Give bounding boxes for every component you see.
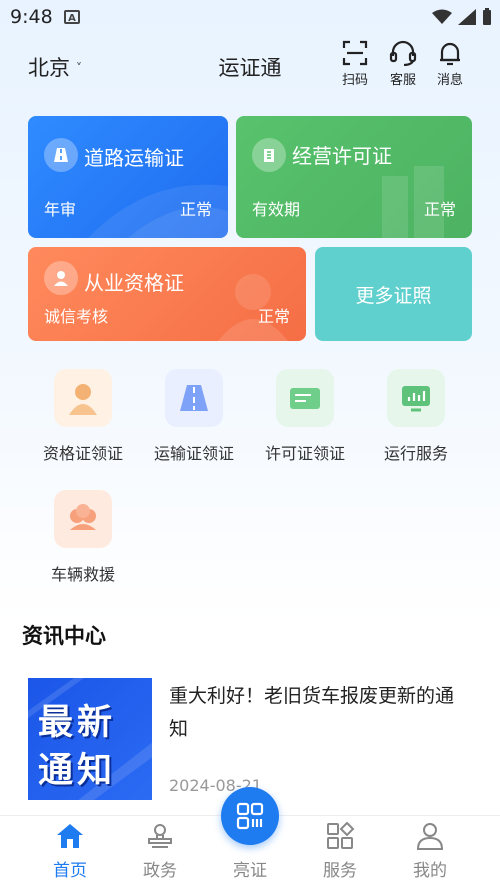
stamp-icon xyxy=(148,824,172,848)
service-operation[interactable]: 运行服务 xyxy=(361,369,471,464)
home-icon xyxy=(57,824,83,848)
service-rescue[interactable]: 车辆救援 xyxy=(28,490,138,585)
signal-icon xyxy=(458,9,476,25)
person-certificate-icon xyxy=(54,369,112,427)
news-heading: 资讯中心 xyxy=(22,624,106,648)
more-licenses-label: 更多证照 xyxy=(355,284,432,307)
header: 北京 ˅ 运证通 扫码 客服 消息 xyxy=(0,38,500,94)
message-label: 消息 xyxy=(436,73,463,88)
service-transport-collect[interactable]: 运输证领证 xyxy=(139,369,249,464)
nav-label: 服务 xyxy=(323,861,357,881)
road-icon xyxy=(165,369,223,427)
more-licenses-card[interactable]: 更多证照 xyxy=(315,247,472,341)
license-card-icon xyxy=(276,369,334,427)
service-label: 车辆救援 xyxy=(50,565,115,584)
nav-label: 首页 xyxy=(53,861,87,881)
scan-label: 扫码 xyxy=(341,73,368,88)
person-icon xyxy=(44,261,78,295)
building-icon xyxy=(252,138,286,172)
show-license-button[interactable] xyxy=(221,787,279,845)
page-title: 运证通 xyxy=(218,56,282,80)
nav-label: 我的 xyxy=(413,861,447,881)
news-title[interactable]: 重大利好！老旧货车报废更新的通知 xyxy=(169,680,469,746)
status-bar: 9:48 A xyxy=(0,0,500,34)
cert-card-left: 诚信考核 xyxy=(44,307,109,326)
service-label: 许可证领证 xyxy=(264,444,345,463)
biz-card-status: 正常 xyxy=(423,200,456,219)
thumbnail-text-1: 最新 xyxy=(38,703,117,743)
qr-code-icon xyxy=(236,802,264,830)
wifi-icon xyxy=(432,9,452,24)
nav-government[interactable]: 政务 xyxy=(110,822,210,881)
service-qualification-collect[interactable]: 资格证领证 xyxy=(28,369,138,464)
nav-services[interactable]: 服务 xyxy=(290,822,390,881)
service-label: 运行服务 xyxy=(383,444,448,463)
message-button[interactable]: 消息 xyxy=(430,40,470,88)
business-license-card[interactable]: 经营许可证 有效期 正常 xyxy=(236,116,472,238)
battery-icon xyxy=(483,8,491,25)
bell-icon xyxy=(440,42,460,66)
biz-card-left: 有效期 xyxy=(252,200,301,219)
road-icon xyxy=(44,138,78,172)
system-icons xyxy=(432,8,492,26)
support-label: 客服 xyxy=(389,73,416,88)
user-icon xyxy=(416,823,444,850)
headset-icon xyxy=(389,40,417,66)
nav-label: 政务 xyxy=(143,861,177,881)
scan-button[interactable]: 扫码 xyxy=(335,40,375,88)
thumbnail-text-2: 通知 xyxy=(38,751,117,791)
service-label: 运输证领证 xyxy=(153,444,234,463)
cert-card-title: 从业资格证 xyxy=(84,271,184,295)
scan-icon xyxy=(342,40,368,66)
status-time: 9:48 xyxy=(10,6,53,28)
qualification-card[interactable]: 从业资格证 诚信考核 正常 xyxy=(28,247,306,341)
rescue-icon xyxy=(54,490,112,548)
news-thumbnail[interactable]: 最新 通知 xyxy=(28,678,152,800)
notification-a-icon: A xyxy=(64,10,80,24)
monitor-chart-icon xyxy=(387,369,445,427)
road-card-left: 年审 xyxy=(44,200,77,219)
support-button[interactable]: 客服 xyxy=(383,40,423,88)
road-transport-card[interactable]: 道路运输证 年审 正常 xyxy=(28,116,228,238)
road-card-status: 正常 xyxy=(179,200,212,219)
cert-card-status: 正常 xyxy=(257,307,290,326)
service-license-collect[interactable]: 许可证领证 xyxy=(250,369,360,464)
biz-card-title: 经营许可证 xyxy=(292,144,392,168)
road-card-title: 道路运输证 xyxy=(84,146,184,170)
nav-label: 亮证 xyxy=(233,861,267,881)
grid-icon xyxy=(327,822,355,849)
nav-home[interactable]: 首页 xyxy=(20,822,120,881)
nav-mine[interactable]: 我的 xyxy=(380,822,480,881)
service-label: 资格证领证 xyxy=(42,444,123,463)
